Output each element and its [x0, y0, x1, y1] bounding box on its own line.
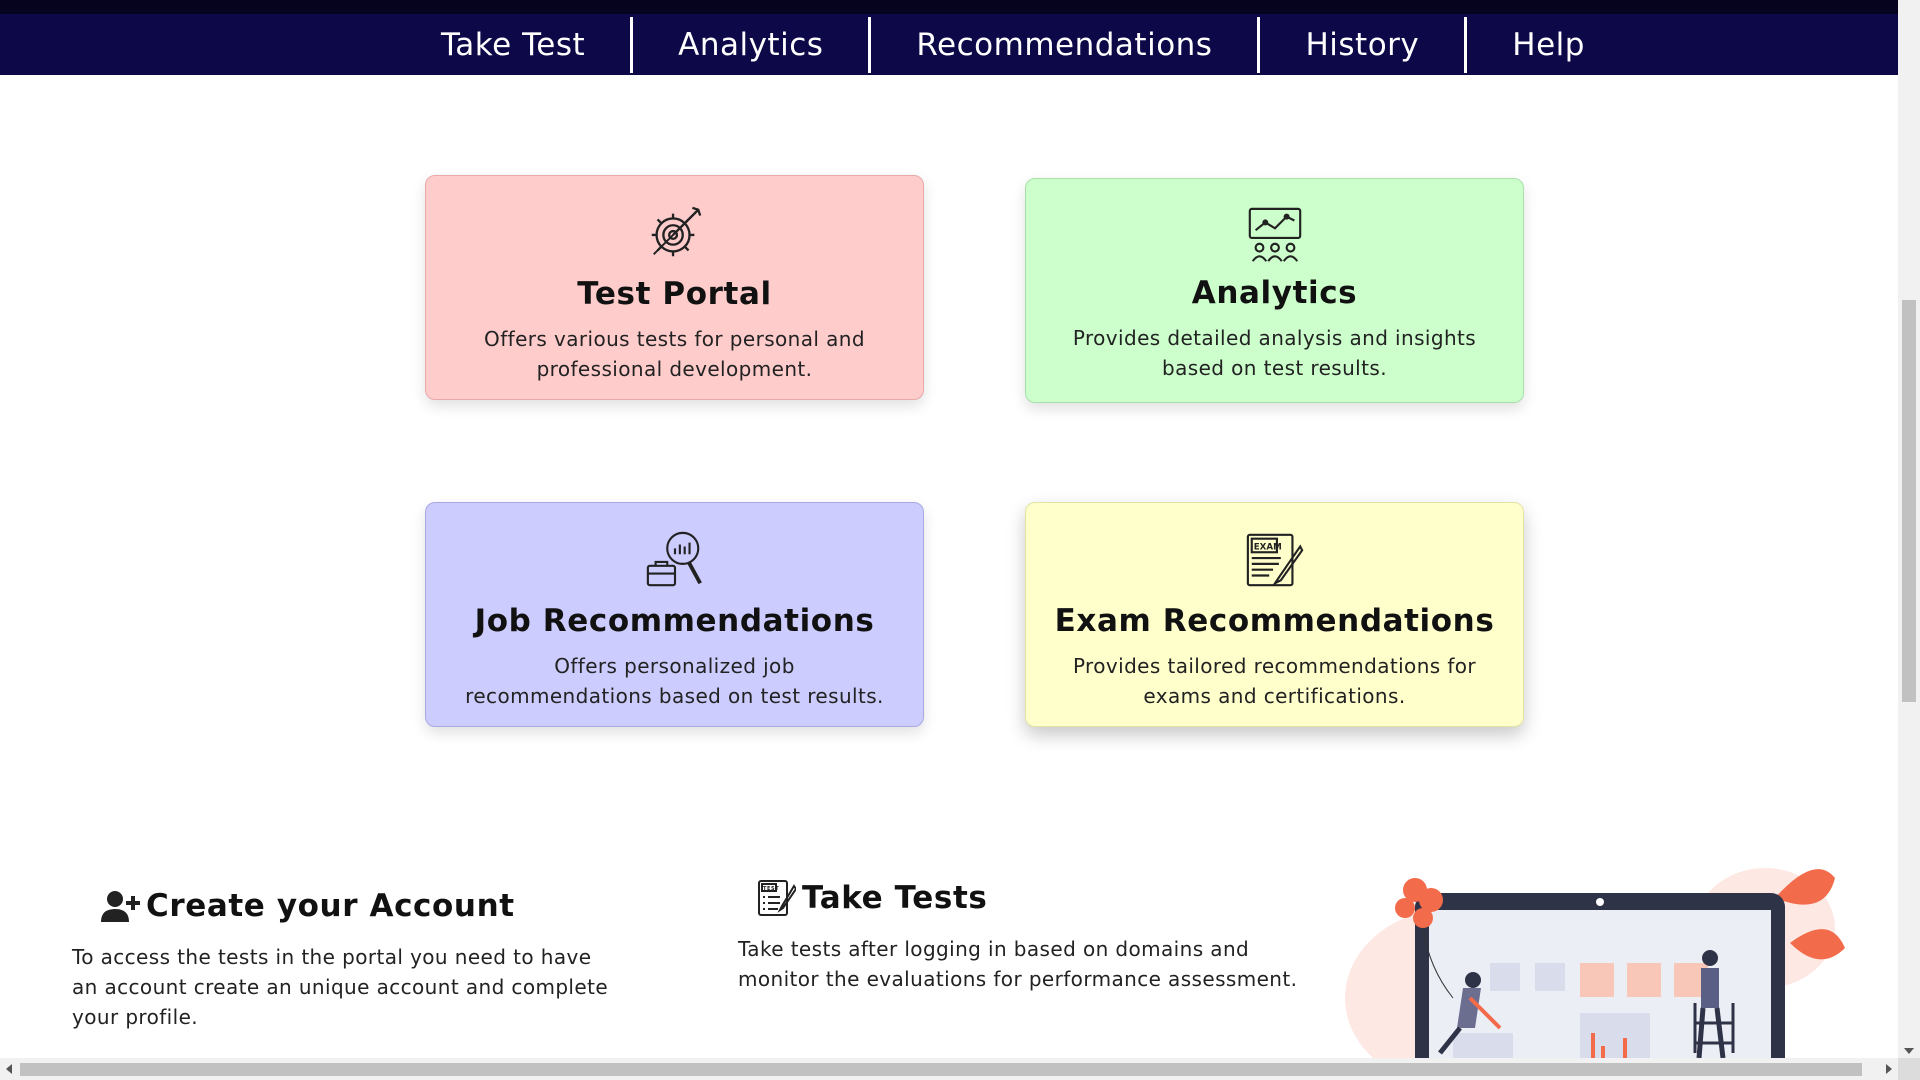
card-title: Test Portal	[577, 276, 772, 312]
nav-item-take-test: Take Test	[396, 17, 630, 73]
card-description: Offers personalized job recommendations …	[465, 654, 884, 708]
step-title: Create your Account	[146, 888, 515, 924]
scroll-left-arrow-icon[interactable]	[6, 1064, 12, 1074]
gear-target-icon	[651, 206, 701, 257]
nav-link-take-test[interactable]: Take Test	[396, 17, 630, 73]
step-title: Take Tests	[802, 880, 988, 916]
nav-menu: Take Test Analytics Recommendations Hist…	[396, 14, 1630, 75]
card-description: Provides tailored recommendations for ex…	[1072, 654, 1477, 708]
user-plus-icon	[101, 891, 140, 922]
card-job-recommendations[interactable]: Job Recommendations Offers personalized …	[425, 502, 924, 727]
chart-people-icon	[1248, 207, 1301, 262]
nav-link-help[interactable]: Help	[1467, 17, 1630, 73]
nav-item-analytics: Analytics	[633, 17, 868, 73]
horizontal-scrollbar[interactable]	[0, 1058, 1898, 1080]
nav-link-history[interactable]: History	[1260, 17, 1464, 73]
step-create-account: Create your Account To access the tests …	[72, 886, 612, 1032]
svg-text:EXAM: EXAM	[1253, 542, 1281, 552]
step-description: To access the tests in the portal you ne…	[72, 945, 609, 1029]
card-title: Job Recommendations	[474, 603, 875, 639]
exam-paper-icon: EXAM	[1246, 533, 1303, 587]
card-title: Analytics	[1191, 275, 1358, 311]
step-description: Take tests after logging in based on dom…	[738, 937, 1298, 991]
nav-link-analytics[interactable]: Analytics	[633, 17, 868, 73]
card-test-portal[interactable]: Test Portal Offers various tests for per…	[425, 175, 924, 400]
nav-item-history: History	[1260, 17, 1464, 73]
scrollbar-corner	[1898, 1058, 1920, 1080]
svg-text:TEST: TEST	[763, 886, 779, 892]
scroll-down-arrow-icon[interactable]	[1904, 1048, 1914, 1054]
card-description: Provides detailed analysis and insights …	[1072, 326, 1477, 380]
vertical-scrollbar-thumb[interactable]	[1902, 300, 1916, 702]
step-heading: Create your Account	[100, 886, 612, 926]
card-analytics[interactable]: Analytics Provides detailed analysis and…	[1025, 178, 1524, 403]
test-checklist-icon: TEST	[758, 880, 796, 916]
nav-item-help: Help	[1467, 17, 1630, 73]
card-exam-recommendations[interactable]: EXAM Exam Recommendations Provides tailo…	[1025, 502, 1524, 727]
step-take-tests: TEST Take Tests Take tests after logging…	[738, 878, 1318, 994]
top-navigation: Take Test Analytics Recommendations Hist…	[0, 0, 1898, 75]
card-description: Offers various tests for personal and pr…	[484, 327, 865, 381]
card-title: Exam Recommendations	[1054, 603, 1495, 639]
briefcase-search-icon	[646, 531, 702, 587]
dashboard-illustration	[1345, 868, 1845, 1058]
vertical-scrollbar[interactable]	[1898, 0, 1920, 1058]
scroll-right-arrow-icon[interactable]	[1886, 1064, 1892, 1074]
nav-item-recommendations: Recommendations	[871, 17, 1257, 73]
step-heading: TEST Take Tests	[756, 878, 1318, 918]
horizontal-scrollbar-thumb[interactable]	[20, 1063, 1862, 1076]
nav-link-recommendations[interactable]: Recommendations	[871, 17, 1257, 73]
